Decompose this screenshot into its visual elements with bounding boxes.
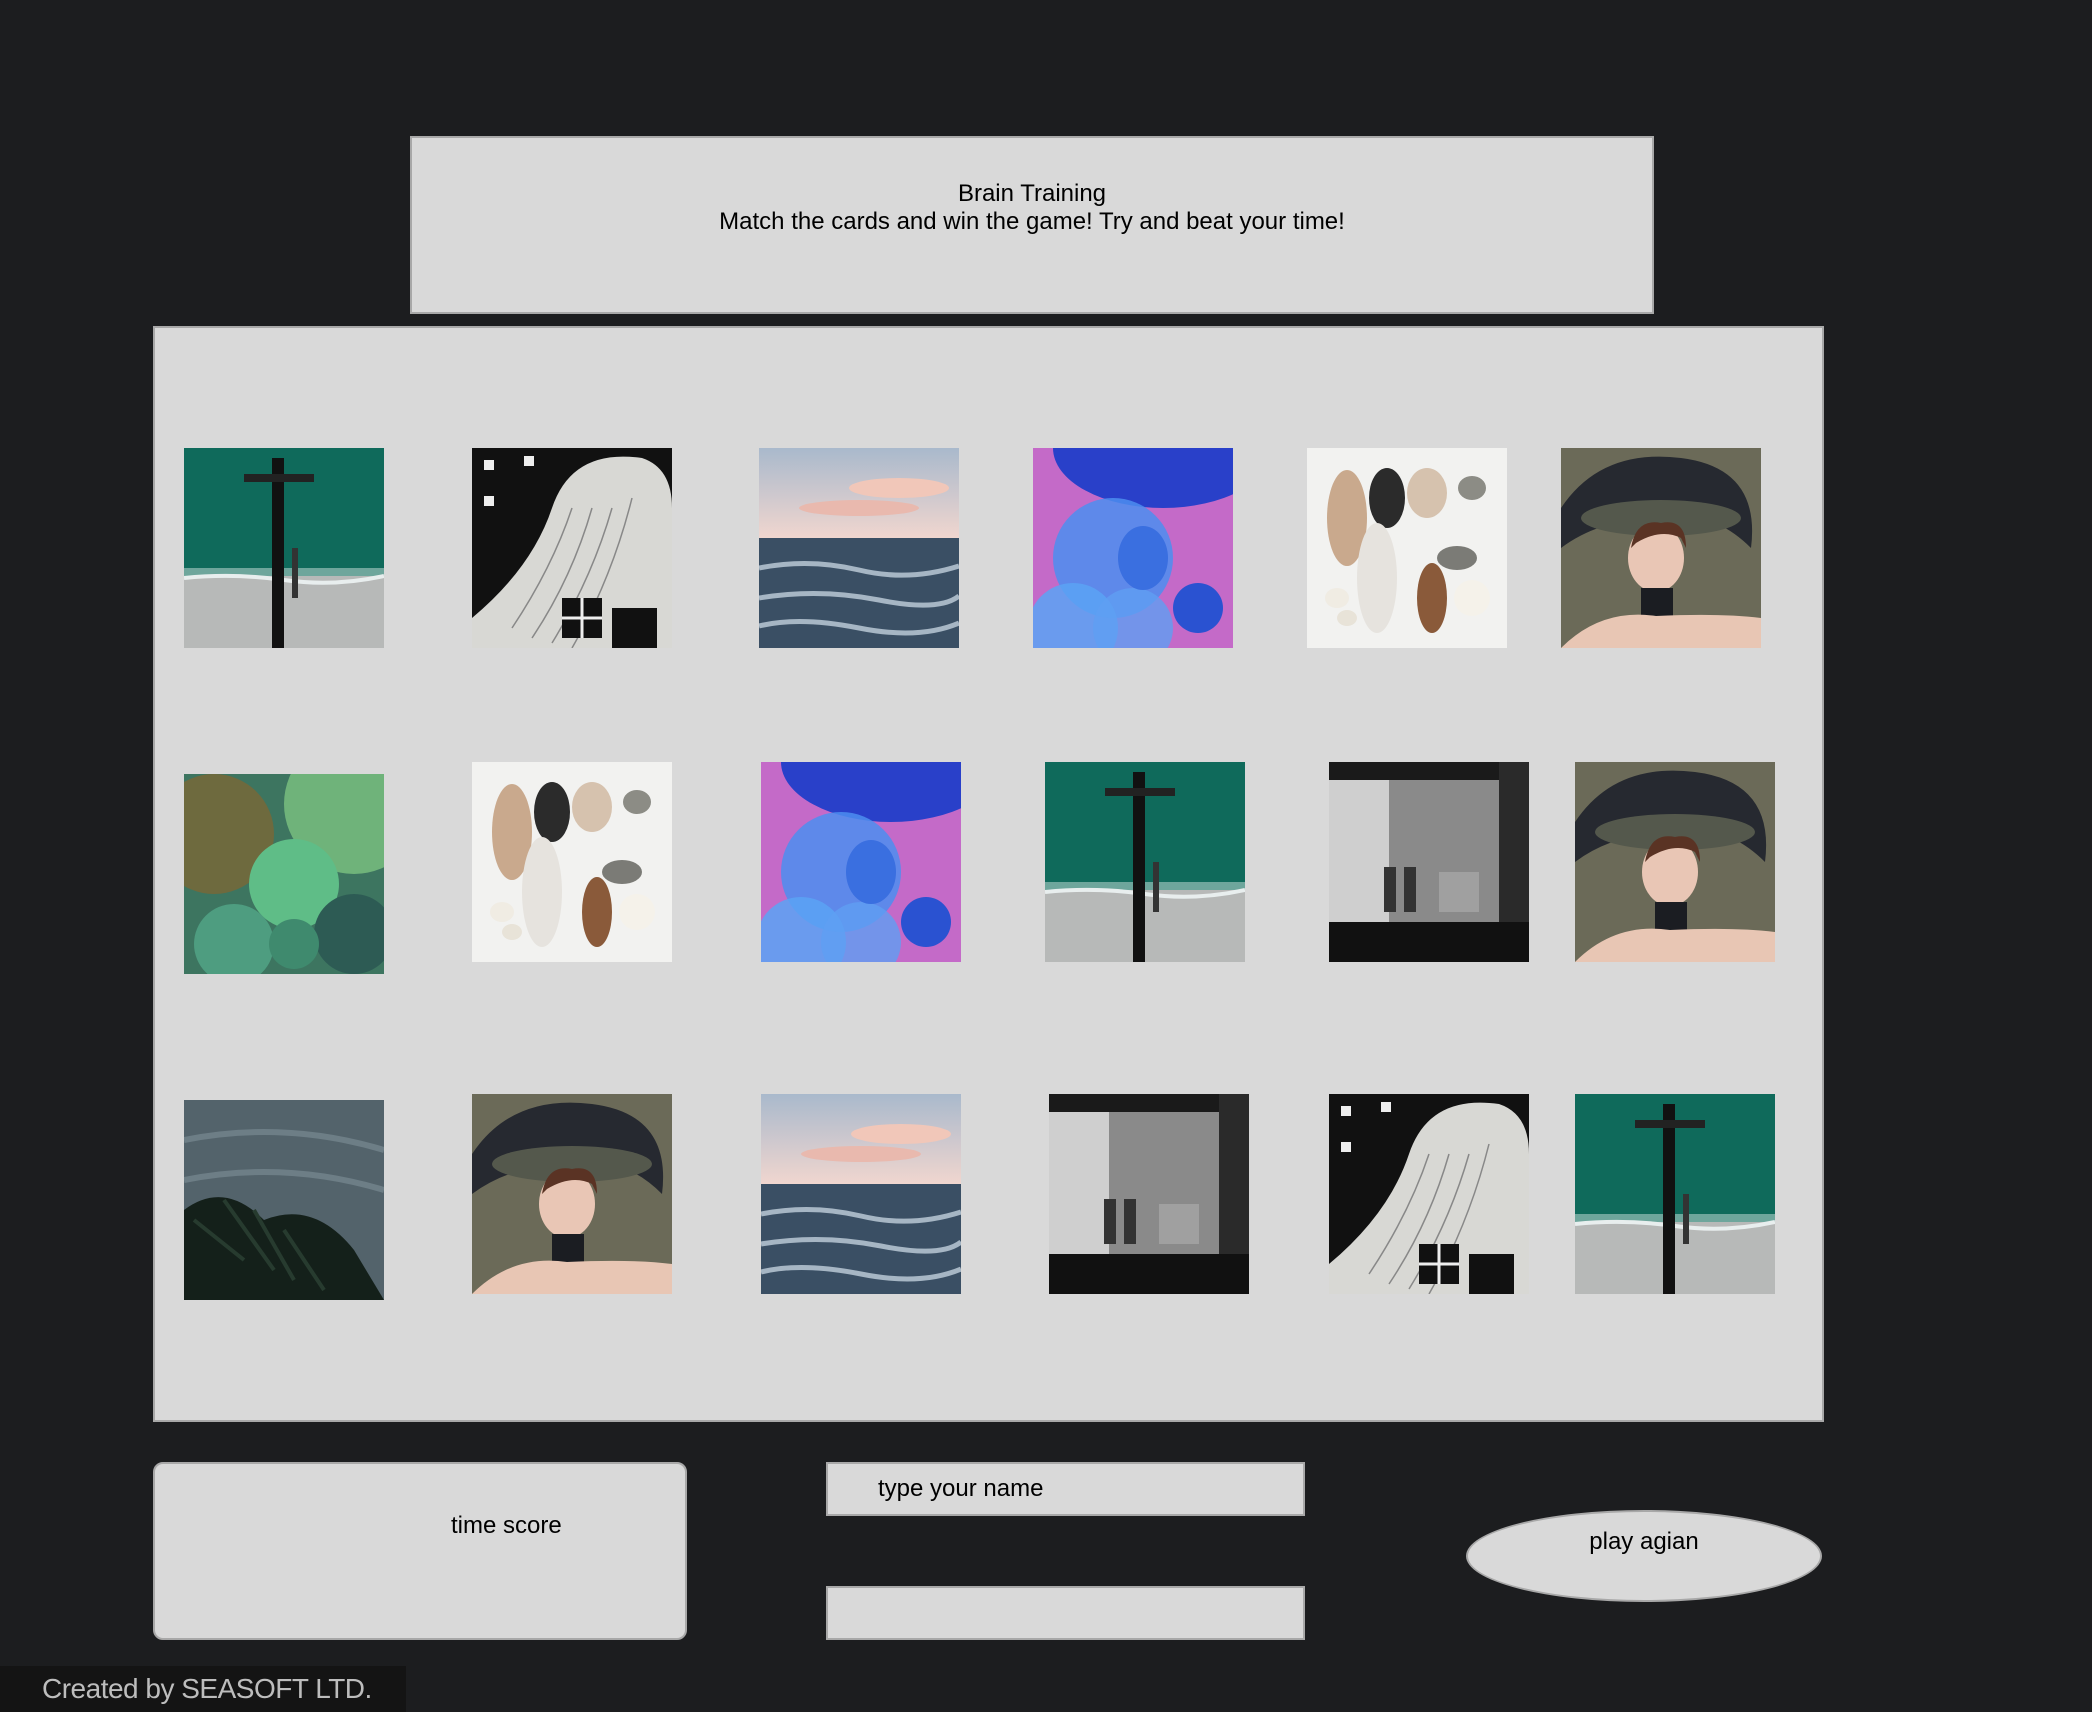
card-black-white-street[interactable]: [1049, 1094, 1249, 1294]
card-ocean-waves-sunset[interactable]: [759, 448, 959, 648]
green-bubbles-image: [184, 774, 384, 974]
second-name-field[interactable]: [826, 1586, 1305, 1640]
time-score-label: time score: [451, 1512, 562, 1539]
line-art-abstract-image: [472, 448, 672, 648]
card-line-art-abstract[interactable]: [472, 448, 672, 648]
aerial-beach-pier-image: [1575, 1094, 1775, 1294]
aerial-beach-pier-image: [184, 448, 384, 648]
woman-with-hat-illustration-image: [1561, 448, 1761, 648]
woman-with-hat-illustration-image: [472, 1094, 672, 1294]
card-line-art-abstract[interactable]: [1329, 1094, 1529, 1294]
card-black-white-street[interactable]: [1329, 762, 1529, 962]
palm-tree-sea-image: [184, 1100, 384, 1300]
game-board: [153, 326, 1824, 1422]
card-aerial-beach-pier[interactable]: [1045, 762, 1245, 962]
black-white-street-image: [1329, 762, 1529, 962]
card-green-bubbles[interactable]: [184, 774, 384, 974]
blue-purple-bubbles-image: [761, 762, 961, 962]
card-woman-with-hat-illustration[interactable]: [1561, 448, 1761, 648]
page-title: Brain Training: [957, 180, 1107, 207]
card-blue-purple-bubbles[interactable]: [1033, 448, 1233, 648]
woman-with-hat-illustration-image: [1575, 762, 1775, 962]
header-panel: Brain Training Match the cards and win t…: [410, 136, 1654, 314]
blue-purple-bubbles-image: [1033, 448, 1233, 648]
card-ocean-waves-sunset[interactable]: [761, 1094, 961, 1294]
card-aerial-beach-pier[interactable]: [1575, 1094, 1775, 1294]
card-blue-purple-bubbles[interactable]: [761, 762, 961, 962]
card-aerial-beach-pier[interactable]: [184, 448, 384, 648]
card-woman-with-hat-illustration[interactable]: [1575, 762, 1775, 962]
pebble-leaf-collage-image: [1307, 448, 1507, 648]
pebble-leaf-collage-image: [472, 762, 672, 962]
ocean-waves-sunset-image: [761, 1094, 961, 1294]
black-white-street-image: [1049, 1094, 1249, 1294]
line-art-abstract-image: [1329, 1094, 1529, 1294]
card-pebble-leaf-collage[interactable]: [472, 762, 672, 962]
play-again-button[interactable]: play agian: [1466, 1510, 1822, 1602]
footer-credit: Created by SEASOFT LTD.: [0, 1666, 406, 1712]
page-subtitle: Match the cards and win the game! Try an…: [719, 208, 1345, 235]
card-woman-with-hat-illustration[interactable]: [472, 1094, 672, 1294]
name-input[interactable]: [826, 1462, 1305, 1516]
card-pebble-leaf-collage[interactable]: [1307, 448, 1507, 648]
time-score-panel: time score: [153, 1462, 687, 1640]
ocean-waves-sunset-image: [759, 448, 959, 648]
card-palm-tree-sea[interactable]: [184, 1100, 384, 1300]
aerial-beach-pier-image: [1045, 762, 1245, 962]
